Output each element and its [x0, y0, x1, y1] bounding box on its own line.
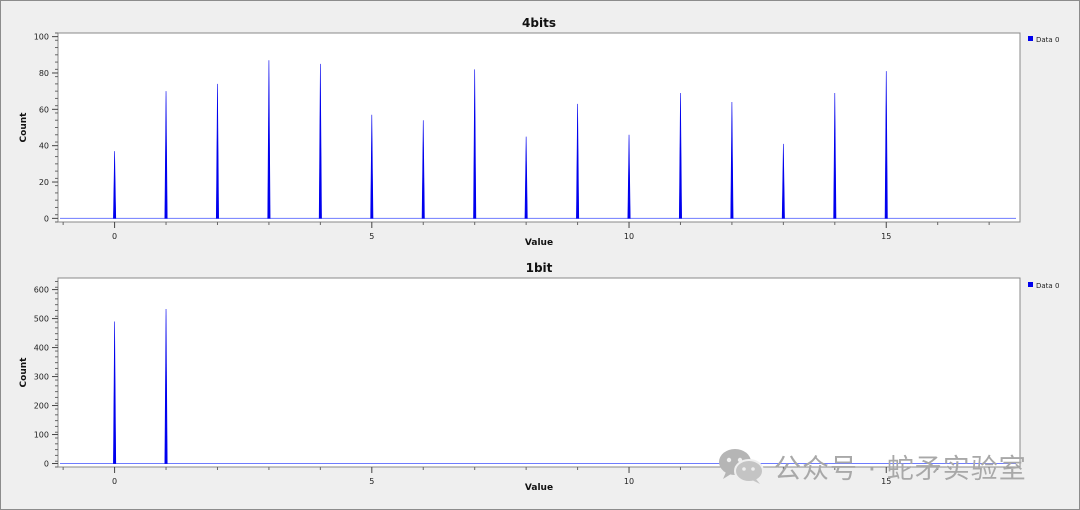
legend-marker	[1028, 282, 1033, 287]
y-tick-label: 0	[44, 460, 49, 469]
y-tick-label: 40	[39, 142, 49, 151]
x-axis-label: Value	[525, 238, 553, 248]
x-axis-label: Value	[525, 483, 553, 493]
x-tick-label: 5	[369, 232, 374, 241]
watermark-text: 公众号 · 蛇矛实验室	[774, 453, 1027, 485]
y-tick-label: 20	[39, 178, 49, 187]
y-tick-label: 500	[34, 315, 49, 324]
chart-title: 1bit	[526, 261, 553, 275]
x-tick-label: 0	[112, 477, 117, 486]
x-tick-label: 0	[112, 232, 117, 241]
plot-area	[57, 32, 1021, 223]
y-tick-label: 200	[34, 402, 49, 411]
y-axis-label: Count	[19, 357, 29, 388]
y-tick-label: 400	[34, 344, 49, 353]
legend-label: Data 0	[1036, 36, 1059, 44]
watermark: 公众号 · 蛇矛实验室	[716, 446, 1027, 486]
y-tick-label: 80	[39, 69, 49, 78]
y-tick-label: 0	[44, 214, 49, 223]
chart-title: 4bits	[522, 16, 556, 30]
x-tick-label: 10	[624, 232, 634, 241]
y-tick-label: 600	[34, 286, 49, 295]
y-tick-label: 100	[34, 431, 49, 440]
y-tick-label: 60	[39, 105, 49, 114]
y-tick-label: 100	[34, 33, 49, 42]
x-tick-label: 5	[369, 477, 374, 486]
legend-marker	[1028, 36, 1033, 41]
chart-panel-1: 4bits 0 20 40 60 80 100 0 5 10 15 Value Count Data 0	[19, 16, 1059, 248]
wechat-icon	[719, 449, 764, 484]
y-axis-label: Count	[19, 112, 29, 143]
y-tick-label: 300	[34, 373, 49, 382]
x-tick-label: 10	[624, 477, 634, 486]
x-tick-label: 15	[881, 232, 891, 241]
histogram-figure: 4bits0204060801000 5 10 15ValueCountData 01…	[19, 16, 1059, 493]
legend-label: Data 0	[1036, 282, 1059, 290]
plot-area	[57, 277, 1021, 468]
